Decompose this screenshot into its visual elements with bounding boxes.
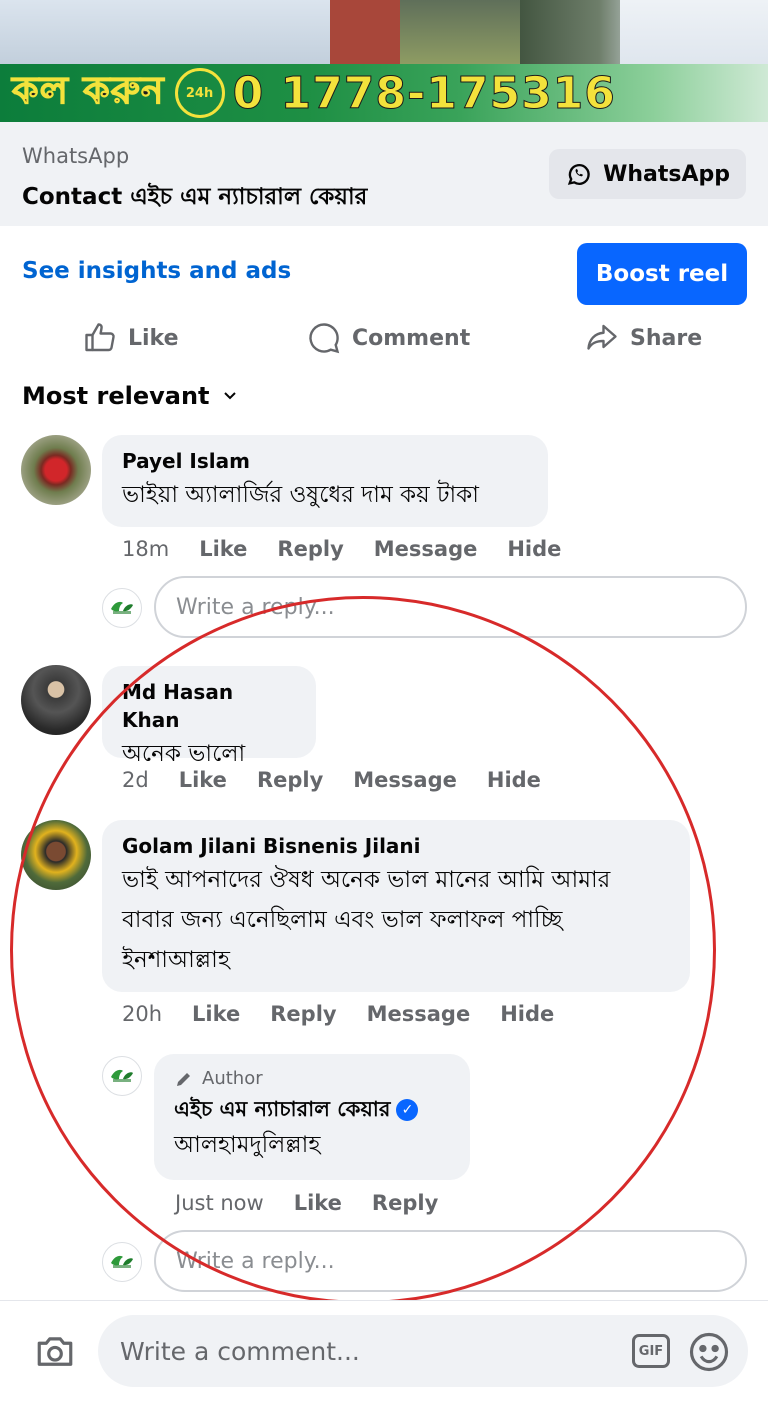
- comment-reply[interactable]: Reply: [277, 537, 343, 561]
- reply-time: Just now: [175, 1191, 264, 1215]
- comment-time: 2d: [122, 768, 149, 792]
- reply-text: আলহামদুলিল্লাহ: [174, 1132, 321, 1158]
- gif-icon[interactable]: GIF: [632, 1334, 670, 1368]
- comment-icon: [309, 323, 340, 354]
- comment-like[interactable]: Like: [192, 1002, 240, 1026]
- avatar[interactable]: [21, 820, 91, 890]
- avatar[interactable]: [21, 665, 91, 735]
- comment-hide[interactable]: Hide: [487, 768, 541, 792]
- comment-bubble: Md Hasan Khan অনেক ভালো: [102, 666, 316, 767]
- call-banner: কল করুন 24h 0 1778-175316: [0, 64, 768, 122]
- comment-bubble: Payel Islam ভাইয়া অ্যালার্জির ওষুধের দা…: [102, 435, 548, 527]
- pencil-icon: [177, 1073, 190, 1086]
- like-label: Like: [128, 325, 179, 351]
- sort-label: Most relevant: [22, 382, 210, 410]
- comment-hide[interactable]: Hide: [500, 1002, 554, 1026]
- comment-text-line: ইনশাআল্লাহ: [122, 947, 230, 973]
- verified-badge-icon: ✓: [396, 1099, 419, 1121]
- whatsapp-button-label: WhatsApp: [603, 161, 730, 187]
- emoji-icon[interactable]: [688, 1331, 730, 1373]
- comment-meta: 18m Like Reply Message Hide: [122, 537, 591, 561]
- comment-meta: 2d Like Reply Message Hide: [122, 768, 571, 792]
- reply-reply[interactable]: Reply: [372, 1191, 438, 1215]
- commenter-name[interactable]: Golam Jilani Bisnenis Jilani: [122, 832, 670, 860]
- camera-icon[interactable]: [34, 1331, 76, 1373]
- thumbs-up-icon: [85, 323, 115, 352]
- insights-link[interactable]: See insights and ads: [22, 258, 291, 284]
- comment-time: 18m: [122, 537, 170, 561]
- author-tag: Author: [174, 1066, 450, 1092]
- chevron-down-icon: [223, 392, 236, 400]
- comment-message[interactable]: Message: [374, 537, 478, 561]
- like-button[interactable]: Like: [82, 316, 179, 360]
- video-frame[interactable]: [0, 0, 768, 64]
- reply-like[interactable]: Like: [294, 1191, 342, 1215]
- comment-time: 20h: [122, 1002, 163, 1026]
- whatsapp-icon: [567, 163, 590, 185]
- leaf-logo-icon: [111, 1069, 133, 1082]
- whatsapp-button[interactable]: WhatsApp: [549, 149, 746, 199]
- page-avatar: [102, 588, 142, 628]
- reply-bubble: Author এইচ এম ন্যাচারাল কেয়ার ✓ আলহামদুল…: [154, 1054, 470, 1180]
- phone-number: 0 1778-175316: [232, 67, 616, 119]
- avatar[interactable]: [21, 435, 91, 505]
- share-icon: [587, 324, 617, 350]
- author-name[interactable]: এইচ এম ন্যাচারাল কেয়ার: [174, 1097, 390, 1121]
- comment-composer: Write a comment... GIF: [0, 1300, 768, 1416]
- comment-button[interactable]: Comment: [306, 316, 470, 360]
- comment-meta: 20h Like Reply Message Hide: [122, 1002, 584, 1026]
- comment-label: Comment: [352, 325, 471, 351]
- comment-reply[interactable]: Reply: [257, 768, 323, 792]
- share-button[interactable]: Share: [584, 316, 702, 360]
- leaf-logo-icon: [111, 601, 133, 614]
- author-name-row: এইচ এম ন্যাচারাল কেয়ার ✓: [174, 1092, 450, 1126]
- comment-like[interactable]: Like: [199, 537, 247, 561]
- reply-input[interactable]: Write a reply...: [154, 1230, 747, 1292]
- video-person-left: [0, 0, 330, 64]
- comment-text-line: বাবার জন্য এনেছিলাম এবং ভাল ফলাফল পাচ্ছি: [122, 907, 563, 933]
- cta-title: Contact এইচ এম ন্যাচারাল কেয়ার: [22, 184, 368, 210]
- sort-dropdown[interactable]: Most relevant: [22, 382, 238, 410]
- phone-24h-icon: 24h: [174, 68, 225, 118]
- whatsapp-cta[interactable]: WhatsApp Contact এইচ এম ন্যাচারাল কেয়ার…: [0, 122, 768, 226]
- comment-text-line: ভাই আপনাদের ঔষধ অনেক ভাল মানের আমি আমার: [122, 867, 611, 893]
- page-avatar: [102, 1242, 142, 1282]
- comment-message[interactable]: Message: [353, 768, 457, 792]
- video-wall: [330, 0, 400, 64]
- author-tag-label: Author: [202, 1068, 263, 1089]
- reply-input[interactable]: Write a reply...: [154, 576, 747, 638]
- video-person-right: [620, 0, 768, 64]
- commenter-name[interactable]: Md Hasan Khan: [122, 678, 296, 734]
- comment-hide[interactable]: Hide: [507, 537, 561, 561]
- comment-reply[interactable]: Reply: [270, 1002, 336, 1026]
- video-background: [400, 0, 520, 64]
- call-text: কল করুন: [12, 68, 165, 113]
- cta-subtitle: WhatsApp: [22, 144, 130, 168]
- comment-text: ভাইয়া অ্যালার্জির ওষুধের দাম কয় টাকা: [122, 482, 479, 508]
- share-label: Share: [630, 325, 703, 351]
- comment-message[interactable]: Message: [367, 1002, 471, 1026]
- reply-meta: Just now Like Reply: [175, 1191, 468, 1215]
- post-actions: Like Comment Share: [0, 316, 768, 360]
- badge-24h: 24h: [185, 85, 214, 101]
- page-avatar[interactable]: [102, 1056, 142, 1096]
- comment-bubble: Golam Jilani Bisnenis Jilani ভাই আপনাদের…: [102, 820, 690, 992]
- commenter-name[interactable]: Payel Islam: [122, 447, 528, 475]
- leaf-logo-icon: [111, 1255, 133, 1268]
- boost-reel-button[interactable]: Boost reel: [577, 243, 747, 305]
- comment-like[interactable]: Like: [179, 768, 227, 792]
